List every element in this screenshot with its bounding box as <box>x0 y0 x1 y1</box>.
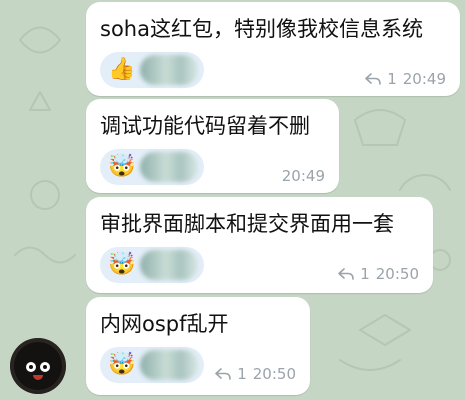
reactor-avatars-blurred <box>140 152 198 182</box>
exploding-head-icon: 🤯 <box>108 252 136 277</box>
message-time: 20:50 <box>375 265 419 283</box>
thumbs-up-icon: 👍 <box>108 57 136 82</box>
exploding-head-icon: 🤯 <box>108 154 136 179</box>
message-meta: 20:49 <box>282 167 325 185</box>
message-time: 20:49 <box>281 167 325 185</box>
message-text: 审批界面脚本和提交界面用一套 <box>100 212 394 236</box>
reaction-chip[interactable]: 🤯 <box>100 347 204 383</box>
message-meta: 1 20:50 <box>215 365 296 383</box>
message-footer: 🤯 1 20:50 <box>100 245 419 285</box>
message-time: 20:49 <box>402 70 446 88</box>
message-bubble[interactable]: soha这红包，特别像我校信息系统 👍 1 20:49 <box>86 2 460 96</box>
reaction-chip[interactable]: 🤯 <box>100 149 204 185</box>
reactor-avatars-blurred <box>140 55 198 85</box>
avatar-body <box>14 342 62 390</box>
message-meta: 1 20:49 <box>365 70 446 88</box>
reply-count[interactable]: 1 <box>387 70 397 88</box>
exploding-head-icon: 🤯 <box>108 352 136 377</box>
reaction-chip[interactable]: 👍 <box>100 52 204 88</box>
message-time: 20:50 <box>252 365 296 383</box>
message-footer: 🤯 1 20:50 <box>100 345 296 385</box>
avatar-eye <box>26 362 36 372</box>
reply-arrow-icon <box>215 368 232 380</box>
message-bubble[interactable]: 内网ospf乱开 🤯 1 20:50 <box>86 297 310 395</box>
message-footer: 🤯 20:49 <box>100 147 325 187</box>
message-text: soha这红包，特别像我校信息系统 <box>100 17 423 41</box>
message-text: 调试功能代码留着不删 <box>100 114 310 138</box>
reply-arrow-icon <box>338 268 355 280</box>
message-footer: 👍 1 20:49 <box>100 50 446 90</box>
message-bubble[interactable]: 审批界面脚本和提交界面用一套 🤯 1 20:50 <box>86 197 433 293</box>
reactor-avatars-blurred <box>140 250 198 280</box>
reply-count[interactable]: 1 <box>237 365 247 383</box>
message-meta: 1 20:50 <box>338 265 419 283</box>
avatar-eye <box>40 362 50 372</box>
sender-avatar[interactable] <box>10 338 66 394</box>
reply-arrow-icon <box>365 73 382 85</box>
message-text: 内网ospf乱开 <box>100 312 229 336</box>
reaction-chip[interactable]: 🤯 <box>100 247 204 283</box>
message-bubble[interactable]: 调试功能代码留着不删 🤯 20:49 <box>86 99 339 193</box>
reply-count[interactable]: 1 <box>360 265 370 283</box>
reactor-avatars-blurred <box>140 350 198 380</box>
